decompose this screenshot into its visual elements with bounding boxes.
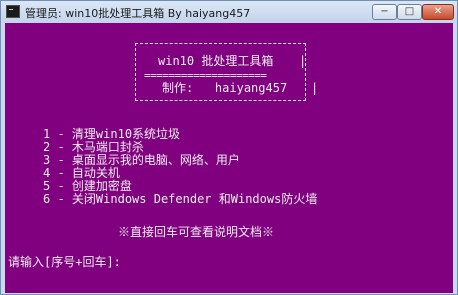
menu-item-number: 4 — [43, 166, 51, 180]
help-hint: ※直接回车可查看说明文档※ — [118, 225, 275, 239]
cmd-icon — [6, 5, 20, 18]
menu-item-number: 2 — [43, 140, 51, 154]
title-bar[interactable]: 管理员: win10批处理工具箱 By haiyang457 − □ ✕ — [1, 1, 457, 23]
menu-item-label: 关闭Windows Defender 和Windows防火墙 — [71, 192, 318, 206]
close-button[interactable]: ✕ — [422, 4, 454, 20]
banner-bar: | — [299, 54, 307, 68]
menu-item-label: 自动关机 — [71, 166, 120, 180]
menu-item-label: 清理win10系统垃圾 — [71, 127, 181, 141]
menu-item-number: 6 — [43, 192, 51, 206]
maximize-button[interactable]: □ — [397, 4, 422, 20]
menu-item-number: 1 — [43, 127, 51, 141]
author-name: haiyang457 — [214, 81, 288, 95]
menu-item-label: 桌面显示我的电脑、网络、用户 — [71, 153, 240, 167]
minimize-button[interactable]: − — [372, 4, 397, 20]
console-output[interactable]: win10 批处理工具箱 | ==================== 制作: … — [5, 23, 453, 293]
banner-author: 制作: haiyang457 — [162, 82, 287, 95]
input-prompt[interactable]: 请输入[序号+回车]: — [8, 256, 121, 269]
menu-item: 6 - 关闭Windows Defender 和Windows防火墙 — [43, 192, 318, 206]
console-window: 管理员: win10批处理工具箱 By haiyang457 − □ ✕ win… — [0, 0, 458, 295]
menu-item-label: 木马端口封杀 — [71, 140, 144, 154]
menu-item-number: 5 — [43, 179, 51, 193]
menu-item-label: 创建加密盘 — [71, 179, 132, 193]
author-label: 制作: — [162, 81, 194, 95]
menu-item-number: 3 — [43, 153, 51, 167]
window-border — [453, 23, 457, 293]
banner-bar: | — [311, 81, 319, 95]
window-title: 管理员: win10批处理工具箱 By haiyang457 — [25, 7, 251, 20]
banner-title: win10 批处理工具箱 — [158, 54, 274, 68]
